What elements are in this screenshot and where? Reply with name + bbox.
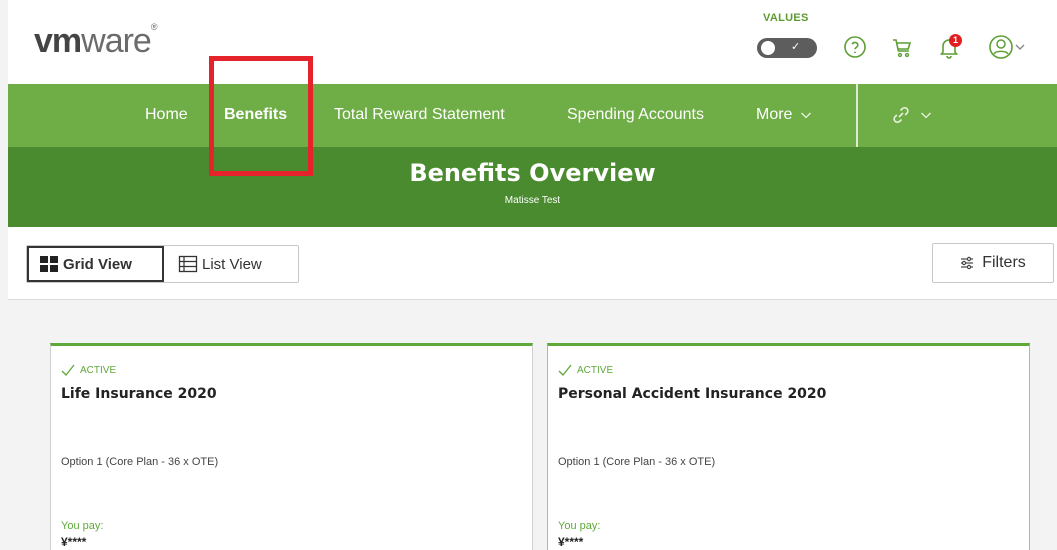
status-text: ACTIVE	[80, 364, 117, 376]
page-subtitle: Matisse Test	[504, 195, 561, 206]
check-icon	[558, 364, 572, 376]
help-icon[interactable]	[842, 34, 868, 60]
toggle-check-icon: ✓	[791, 41, 801, 53]
nav-more-label: More	[756, 106, 793, 123]
page-hero: Benefits Overview Matisse Test	[8, 147, 1057, 227]
link-icon	[893, 106, 909, 124]
benefit-card-personal-accident-insurance[interactable]: ACTIVE Personal Accident Insurance 2020 …	[547, 343, 1030, 550]
nav-total-reward-statement[interactable]: Total Reward Statement	[334, 106, 505, 124]
list-view-label: List View	[202, 255, 262, 273]
values-toggle[interactable]: ✓	[757, 38, 817, 58]
chevron-down-icon	[921, 112, 931, 119]
nav-links-menu[interactable]	[890, 104, 932, 126]
grid-icon	[40, 256, 58, 272]
filters-label: Filters	[982, 254, 1026, 271]
pay-value: ¥****	[61, 535, 87, 549]
grid-view-label: Grid View	[63, 255, 132, 273]
main-nav: Home Benefits Total Reward Statement Spe…	[8, 84, 1057, 147]
list-view-button[interactable]: List View	[164, 246, 276, 282]
nav-divider	[856, 84, 858, 147]
card-option: Option 1 (Core Plan - 36 x OTE)	[61, 456, 219, 468]
filter-sliders-icon	[961, 256, 974, 270]
cart-icon[interactable]	[889, 34, 915, 60]
list-icon	[178, 255, 198, 273]
view-toolbar: Grid View List View Filters	[8, 227, 1057, 300]
benefit-card-life-insurance[interactable]: ACTIVE Life Insurance 2020 Option 1 (Cor…	[50, 343, 533, 550]
view-toggle-group: Grid View List View	[26, 245, 299, 283]
page-title: Benefits Overview	[409, 159, 656, 187]
toggle-knob	[761, 41, 775, 55]
user-icon	[989, 35, 1013, 59]
status-badge: ACTIVE	[61, 364, 116, 376]
nav-home[interactable]: Home	[145, 106, 188, 124]
check-icon	[61, 364, 75, 376]
pay-value: ¥****	[558, 535, 584, 549]
grid-view-button[interactable]: Grid View	[27, 246, 164, 282]
vmware-logo[interactable]: vmware®	[34, 22, 157, 61]
card-title: Life Insurance 2020	[61, 386, 217, 402]
user-menu[interactable]	[988, 34, 1032, 60]
notification-badge: 1	[949, 34, 962, 47]
pay-label: You pay:	[61, 520, 104, 532]
top-header: vmware® VALUES ✓ 1	[8, 0, 1057, 84]
highlight-box	[209, 56, 313, 176]
status-text: ACTIVE	[577, 364, 614, 376]
chevron-down-icon	[1015, 44, 1025, 50]
pay-label: You pay:	[558, 520, 601, 532]
card-title: Personal Accident Insurance 2020	[558, 386, 827, 402]
filters-button[interactable]: Filters	[932, 243, 1054, 283]
bell-icon[interactable]: 1	[936, 34, 962, 60]
chevron-down-icon	[801, 112, 812, 119]
status-badge: ACTIVE	[558, 364, 613, 376]
card-option: Option 1 (Core Plan - 36 x OTE)	[558, 456, 716, 468]
nav-spending-accounts[interactable]: Spending Accounts	[567, 106, 704, 124]
values-label: VALUES	[763, 12, 809, 24]
nav-more[interactable]: More	[756, 106, 812, 124]
